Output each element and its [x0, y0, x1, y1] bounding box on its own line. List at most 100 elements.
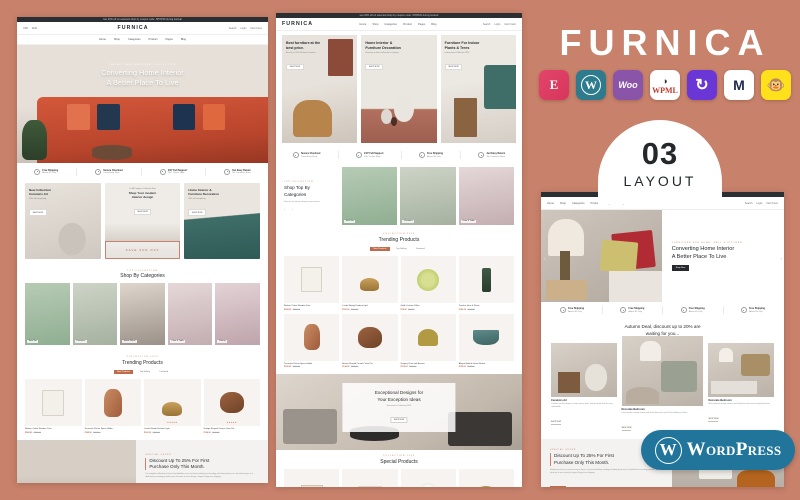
site-logo[interactable]: FURNICA: [118, 25, 149, 31]
nav-item-shop[interactable]: Shop: [372, 23, 378, 26]
template-preview-layout-2[interactable]: Get 20% off on selected shop by coupon c…: [276, 13, 522, 487]
product-card[interactable]: Lucide Woody Pendant Light $162.00 $210.0…: [342, 256, 398, 311]
product-card[interactable]: Terracotta Pitcher Space Holder $145.00 $…: [84, 379, 141, 434]
search-icon[interactable]: Search: [483, 23, 491, 26]
category-label: Sofa Set: [27, 339, 39, 344]
header-utility-right[interactable]: Search Login Cart 0 item: [483, 23, 516, 26]
product-card[interactable]: Terracotta Pitcher Space Holder $145.00 $…: [284, 313, 340, 368]
product-card[interactable]: Allegra Bathtub Green Basket $118.00 $142…: [458, 313, 514, 368]
header-utility-left[interactable]: USD ENG: [23, 27, 37, 30]
nav-item-blog[interactable]: Blog: [181, 38, 186, 41]
product-card[interactable]: [400, 468, 456, 487]
tab-top-selling[interactable]: Top Selling: [393, 247, 410, 252]
category-card[interactable]: Ceramics: [400, 167, 456, 226]
tab-featured[interactable]: Featured: [413, 247, 428, 252]
feature-free-shipping: Free Shipping Above $5 Only: [418, 152, 443, 159]
cart-icon[interactable]: Cart 0 item: [504, 23, 516, 26]
nav-item-shop[interactable]: Shop: [114, 38, 120, 41]
main-navigation-2[interactable]: Home Shop Categories Product Pages Blog: [359, 23, 436, 26]
header-utility-right[interactable]: Search Login Cart 0 item: [745, 202, 778, 205]
cart-icon[interactable]: Cart 0 item: [250, 27, 262, 30]
hero-card-home-interior[interactable]: Home Interior & Furniture Decoration Pre…: [361, 35, 437, 144]
hero-card-button[interactable]: SHOP NOW: [365, 64, 383, 71]
deal-card-ceramics-art[interactable]: Ceramics Art Crafted in perfect designs …: [551, 342, 617, 428]
category-card[interactable]: Home Decor: [120, 283, 165, 346]
carousel-arrows[interactable]: ‹ ›: [284, 207, 338, 211]
hero-shop-button[interactable]: Shop Now: [671, 265, 690, 271]
product-card[interactable]: Gregory Chair with Armrest $312.00 $398.0…: [400, 313, 456, 368]
category-card[interactable]: Chair & Table: [167, 283, 213, 346]
exceptional-button[interactable]: SHOP NOW: [390, 417, 408, 424]
account-icon[interactable]: Login: [494, 23, 500, 26]
category-card[interactable]: Chair & Table: [458, 167, 514, 226]
hero-card-sub: Indoor plants Collection 2023: [444, 52, 470, 55]
hero-card-best-furniture[interactable]: Best furniture at the best price. Best U…: [282, 35, 358, 144]
nav-item-blog[interactable]: Blog: [431, 23, 436, 26]
product-card[interactable]: Gialdi Cushion Pillow $74.00 $96.00: [400, 256, 456, 311]
discount-shop-button[interactable]: Shop Now: [550, 485, 567, 487]
hero-card-indoor-plants[interactable]: Furniture For Indoor Plants & Trees Indo…: [440, 35, 516, 144]
product-card[interactable]: Terrelino Vase & Plants $146.00 $164.00: [458, 256, 514, 311]
tab-featured[interactable]: Featured: [156, 370, 171, 375]
account-icon[interactable]: Login: [240, 27, 246, 30]
tab-top-selling[interactable]: Top Selling: [136, 370, 153, 375]
deal-title: Decorate Bedroom: [621, 408, 645, 411]
return-icon: [478, 152, 485, 159]
product-filter-tabs-1[interactable]: New Products Top Selling Featured: [17, 369, 268, 380]
hero-card-button[interactable]: SHOP NOW: [286, 64, 304, 71]
nav-item-product[interactable]: Product: [149, 38, 158, 41]
carousel-prev-arrow[interactable]: ‹: [544, 256, 545, 261]
nav-item-product[interactable]: Product: [403, 23, 412, 26]
nav-item-pages[interactable]: Pages: [165, 38, 172, 41]
product-card[interactable]: ★★★★★ Vintage Shaped Ceramic Vase Pot $1…: [203, 379, 260, 434]
tab-new-products[interactable]: New Products: [370, 246, 390, 252]
deal-shop-link[interactable]: SHOP NOW: [551, 421, 561, 425]
feature-strip-3: Free Shipping Above $5 Only Free Shippin…: [541, 302, 784, 319]
product-card[interactable]: Modern Colour Wooden Chair $248.00 $320.0…: [25, 379, 82, 434]
search-icon[interactable]: Search: [229, 27, 237, 30]
product-card[interactable]: [342, 468, 398, 487]
hero-card-button[interactable]: SHOP NOW: [444, 64, 463, 71]
deal-shop-link[interactable]: SHOP NOW: [621, 427, 632, 431]
deal-shop-link[interactable]: SHOP NOW: [708, 418, 719, 422]
header-utility-right[interactable]: Search Login Cart 0 item: [229, 27, 262, 30]
product-filter-tabs-2[interactable]: New Products Top Selling Featured: [276, 246, 522, 257]
carousel-next-arrow[interactable]: ›: [781, 256, 782, 261]
deal-card-decorate-bedroom[interactable]: Decorate Bedroom Best system in design i…: [708, 342, 774, 425]
nav-item-categories[interactable]: Categories: [128, 38, 141, 41]
nav-item-home[interactable]: Home: [359, 23, 366, 26]
search-icon[interactable]: Search: [745, 202, 753, 205]
product-card[interactable]: Modern Colour Wooden Drive $248.00 $320.0…: [284, 256, 340, 311]
nav-item-home[interactable]: Home: [99, 38, 106, 41]
promo-card-ceramics[interactable]: New Collection Ceramics Art 20% off ever…: [25, 182, 101, 259]
site-logo[interactable]: FURNICA: [282, 21, 313, 27]
main-navigation-1[interactable]: Home Shop Categories Product Pages Blog: [17, 35, 268, 45]
category-card[interactable]: Sofa Set: [342, 167, 398, 226]
category-card[interactable]: Sofa Set: [25, 283, 70, 346]
account-icon[interactable]: Login: [756, 202, 762, 205]
nav-item-categories[interactable]: Categories: [572, 202, 585, 205]
nav-item-categories[interactable]: Categories: [384, 23, 397, 26]
product-card[interactable]: [458, 468, 514, 487]
nav-item-shop[interactable]: Shop: [560, 202, 566, 205]
category-card[interactable]: Pottery: [215, 283, 260, 346]
currency-selector[interactable]: USD: [23, 27, 28, 30]
category-card[interactable]: Ceramics: [72, 283, 118, 346]
product-card[interactable]: ★★★★★ Lucide Woody Pendant Light $162.00…: [144, 379, 201, 434]
language-selector[interactable]: ENG: [32, 27, 37, 30]
deal-card-decorate-bedroom-featured[interactable]: Decorate Bedroom Latest trends in design…: [621, 335, 704, 434]
tab-new-products[interactable]: New Products: [113, 369, 134, 375]
product-name: Gialdi Cushion Pillow: [400, 305, 420, 308]
promo-shop-button[interactable]: SHOP NOW: [188, 209, 207, 216]
product-card[interactable]: Bronze Shaped Ceramic Vase Pot $134.00 $1…: [342, 313, 398, 368]
promo-shop-button[interactable]: SHOP NOW: [133, 208, 152, 216]
cart-icon[interactable]: Cart 0 item: [766, 202, 778, 205]
nav-item-pages[interactable]: Pages: [418, 23, 425, 26]
nav-item-home[interactable]: Home: [547, 202, 554, 205]
template-preview-layout-1[interactable]: Get 20% off on selected shop by coupon c…: [17, 17, 268, 483]
product-price: $134.00 $165.00: [203, 431, 220, 434]
promo-card-modern-design[interactable]: On All Designers Collection Shop Shop Yo…: [104, 182, 181, 259]
promo-shop-button[interactable]: SHOP NOW: [29, 209, 47, 216]
product-card[interactable]: [284, 468, 340, 487]
promo-card-home-interior[interactable]: Home Interior & Furniture Decoration 20%…: [184, 182, 261, 259]
